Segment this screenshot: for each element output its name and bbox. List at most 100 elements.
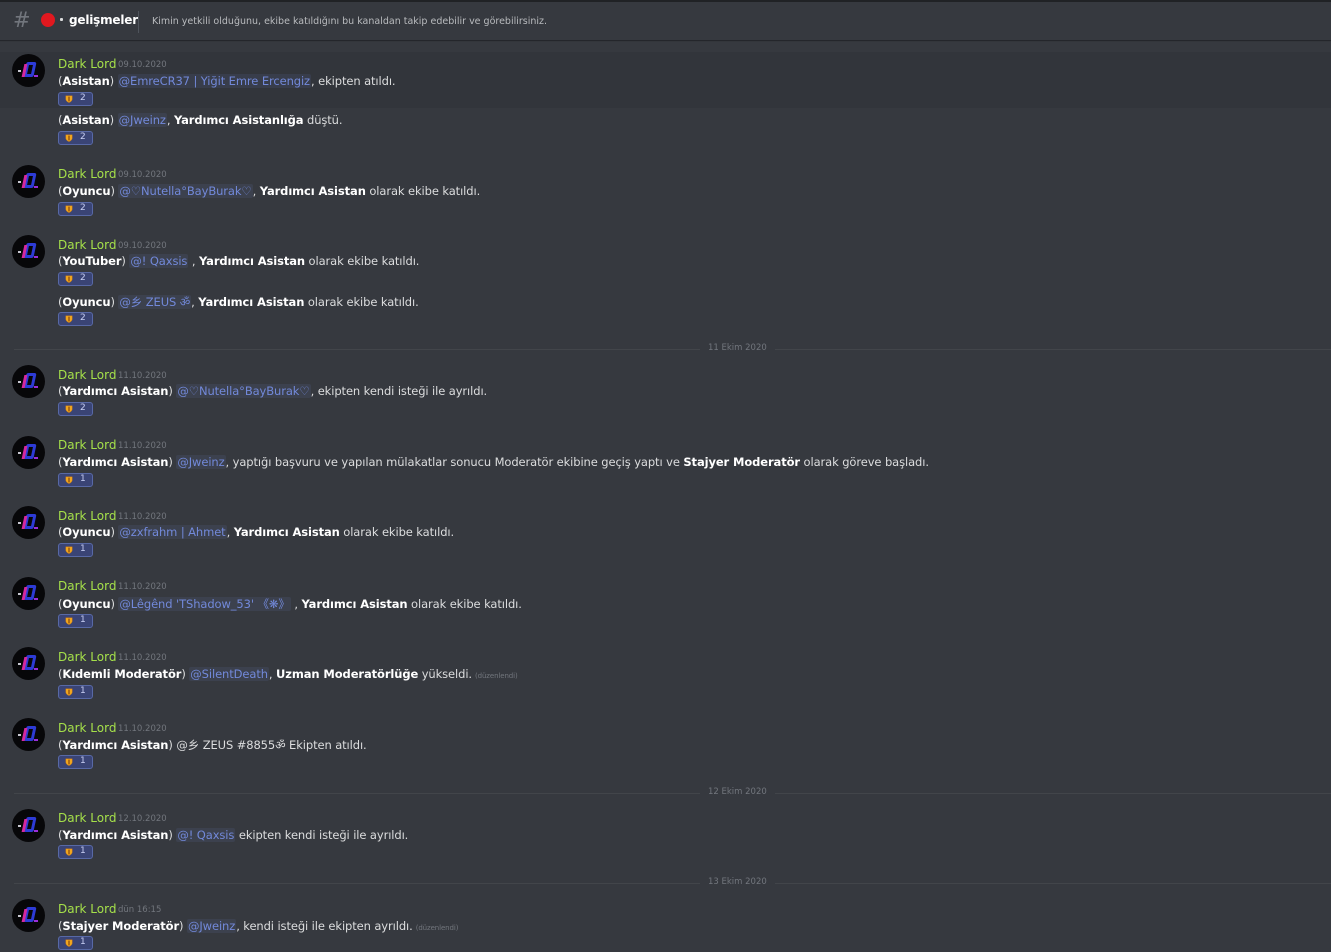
reaction-shield[interactable]: 2 [58,92,93,106]
date-divider [14,793,1331,794]
user-avatar[interactable] [12,165,45,198]
author-name[interactable]: Dark Lord [58,650,116,664]
reaction-count: 1 [80,615,86,625]
message-text: , ekipten kendi isteği ile ayrıldı. [310,384,488,398]
user-avatar[interactable] [12,235,45,268]
message-text: ) [179,919,187,933]
author-name[interactable]: Dark Lord [58,509,116,523]
date-divider-label: 13 Ekim 2020 [700,877,775,887]
channel-name[interactable]: gelişmeler [69,13,138,27]
role-text: Yardımcı Asistan [259,184,366,198]
reaction-count: 2 [80,132,86,142]
reaction-shield[interactable]: 1 [58,543,93,557]
status-dot-icon [41,13,55,27]
avatar-logo-shape [34,75,38,77]
user-avatar[interactable] [12,718,45,751]
user-mention[interactable]: @zxfrahm | Ahmet [118,525,227,539]
avatar-logo-shape [34,386,38,388]
message-content: (Oyuncu) @zxfrahm | Ahmet, Yardımcı Asis… [58,525,454,539]
author-name[interactable]: Dark Lord [58,902,116,916]
avatar-logo-shape [34,527,38,529]
message-content: (Oyuncu) @乡 ZEUS ॐ, Yardımcı Asistan ola… [58,294,419,310]
avatar-logo-shape [34,830,38,832]
user-mention[interactable]: @Jweinz [117,113,167,127]
reaction-shield[interactable]: 1 [58,936,93,950]
role-text: Yardımcı Asistan [62,384,169,398]
user-mention[interactable]: @Jweinz [176,455,226,469]
author-name[interactable]: Dark Lord [58,438,116,452]
date-divider-label: 12 Ekim 2020 [700,787,775,797]
reaction-shield[interactable]: 2 [58,272,93,286]
reaction-shield[interactable]: 2 [58,312,93,326]
user-avatar[interactable] [12,809,45,842]
user-avatar[interactable] [12,647,45,680]
reaction-shield[interactable]: 1 [58,685,93,699]
message-text: , [290,597,302,611]
avatar-logo-shape [18,522,21,524]
user-avatar[interactable] [12,899,45,932]
reaction-shield[interactable]: 1 [58,614,93,628]
author-name[interactable]: Dark Lord [58,57,116,71]
shield-emoji-icon [65,848,73,856]
user-mention[interactable]: @SilentDeath [189,667,269,681]
reaction-count: 1 [80,846,86,856]
author-name[interactable]: Dark Lord [58,368,116,382]
hash-icon: # [13,8,31,32]
message-content: (Kıdemli Moderatör) @SilentDeath, Uzman … [58,667,518,681]
shield-emoji-icon [65,476,73,484]
shield-emoji-icon [65,688,73,696]
role-text: Asistan [62,74,110,88]
message-timestamp: 11.10.2020 [118,371,167,381]
user-mention[interactable]: @! Qaxsis [129,254,189,268]
shield-emoji-icon [65,939,73,947]
user-avatar[interactable] [12,365,45,398]
user-avatar[interactable] [12,436,45,469]
user-mention[interactable]: @♡Nutella°BayBurak♡ [176,384,311,398]
header-divider [138,11,139,33]
user-avatar[interactable] [12,577,45,610]
reaction-shield[interactable]: 2 [58,402,93,416]
reaction-shield[interactable]: 1 [58,473,93,487]
user-mention[interactable]: @Jweinz [186,919,237,933]
message-content: (Stajyer Moderatör) @Jweinz, kendi isteğ… [58,919,458,933]
message-text: ) [109,74,118,88]
message-content: (Asistan) @Jweinz, Yardımcı Asistanlığa … [58,113,343,127]
role-text: Oyuncu [62,295,111,309]
reaction-count: 1 [80,756,86,766]
author-name[interactable]: Dark Lord [58,721,116,735]
reaction-shield[interactable]: 2 [58,202,93,216]
author-name[interactable]: Dark Lord [58,579,116,593]
user-mention[interactable]: @Lêgênd 'TShadow_53' 《❋》 [118,597,291,611]
author-name[interactable]: Dark Lord [58,811,116,825]
message-content: (Yardımcı Asistan) @! Qaxsis ekipten ken… [58,828,408,842]
user-mention[interactable]: @♡Nutella°BayBurak♡ [118,184,253,198]
date-divider-label: 11 Ekim 2020 [700,343,775,353]
user-avatar[interactable] [12,54,45,87]
message-timestamp: dün 16:15 [118,905,162,915]
message-timestamp: 11.10.2020 [118,724,167,734]
user-mention[interactable]: @乡 ZEUS ॐ [118,295,192,309]
user-avatar[interactable] [12,506,45,539]
shield-emoji-icon [65,758,73,766]
channel-topic[interactable]: Kimin yetkili olduğunu, ekibe katıldığın… [152,16,547,27]
author-name[interactable]: Dark Lord [58,167,116,181]
avatar-logo-shape [34,739,38,741]
message-timestamp: 11.10.2020 [118,441,167,451]
reaction-count: 2 [80,203,86,213]
reaction-shield[interactable]: 2 [58,131,93,145]
role-text: Stajyer Moderatör [62,919,180,933]
shield-emoji-icon [65,205,73,213]
reaction-count: 2 [80,93,86,103]
user-mention[interactable]: @! Qaxsis [176,828,236,842]
author-name[interactable]: Dark Lord [58,238,116,252]
reaction-shield[interactable]: 1 [58,755,93,769]
role-text: Oyuncu [62,184,111,198]
separator-dot-icon [60,18,63,21]
edited-marker: (düzenlendi) [415,924,459,932]
reaction-shield[interactable]: 1 [58,845,93,859]
shield-emoji-icon [65,617,73,625]
message-content: (Asistan) @EmreCR37 | Yiğit Emre Ercengi… [58,74,396,88]
user-mention[interactable]: @EmreCR37 | Yiğit Emre Ercengiz [117,74,311,88]
avatar-logo-shape [18,381,21,383]
role-text: Yardımcı Asistan [199,254,305,268]
